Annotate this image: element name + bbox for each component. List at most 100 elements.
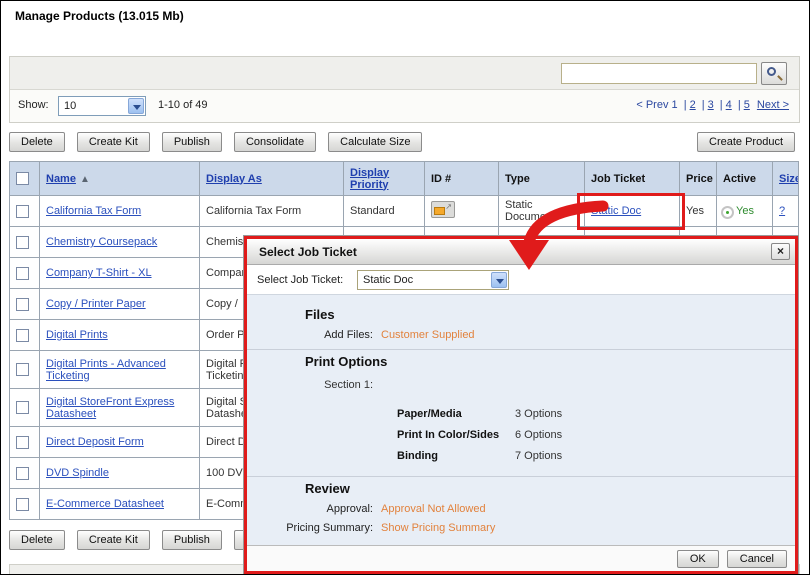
row-checkbox[interactable] (16, 363, 29, 376)
option-label: Print In Color/Sides (397, 429, 515, 441)
row-checkbox[interactable] (16, 267, 29, 280)
pricing-summary-row: Pricing Summary: Show Pricing Summary (247, 522, 795, 534)
sort-by-display-as-link[interactable]: Display As (206, 173, 262, 185)
pagination-page-2[interactable]: 2 (690, 99, 696, 111)
print-option-row: Binding 7 Options (397, 450, 795, 462)
print-options-section-heading: Print Options (305, 354, 795, 369)
pagination-page-4[interactable]: 4 (726, 99, 732, 111)
price-cell: Yes (680, 196, 717, 227)
col-header-type: Type (499, 162, 585, 196)
pagination-page-3[interactable]: 3 (708, 99, 714, 111)
dialog-body: Files Add Files: Customer Supplied Print… (247, 295, 795, 545)
show-select-value: 10 (64, 100, 76, 112)
col-header-display-as: Display As (200, 162, 344, 196)
section-divider (247, 476, 795, 477)
delete-button[interactable]: Delete (9, 132, 65, 152)
sort-by-display-priority-link[interactable]: Display Priority (350, 167, 389, 191)
chevron-down-icon (491, 272, 507, 288)
product-name-link[interactable]: Copy / Printer Paper (46, 298, 146, 310)
row-checkbox[interactable] (16, 401, 29, 414)
product-name-link[interactable]: DVD Spindle (46, 467, 109, 479)
pagination: < Prev 1 |2 |3 |4 |5 Next > (636, 99, 789, 111)
col-header-active: Active (717, 162, 773, 196)
job-ticket-select[interactable]: Static Doc (357, 270, 509, 290)
table-header-row: Name ▲ Display As Display Priority ID # T… (10, 162, 799, 196)
consolidate-button[interactable]: Consolidate (234, 132, 316, 152)
create-kit-button[interactable]: Create Kit (77, 530, 150, 550)
product-id-popup-icon[interactable]: ↗ (431, 201, 455, 218)
section-1-row: Section 1: (247, 379, 795, 391)
product-name-link[interactable]: Company T-Shirt - XL (46, 267, 152, 279)
ok-button[interactable]: OK (677, 550, 719, 568)
row-checkbox[interactable] (16, 329, 29, 342)
dialog-title-bar: Select Job Ticket × (247, 239, 795, 265)
calculate-size-button[interactable]: Calculate Size (328, 132, 422, 152)
dialog-footer: OK Cancel (247, 545, 795, 571)
col-header-id: ID # (425, 162, 499, 196)
row-checkbox[interactable] (16, 298, 29, 311)
select-job-ticket-dialog: Select Job Ticket × Select Job Ticket: S… (244, 236, 798, 574)
show-label: Show: (18, 99, 49, 111)
document-icon (434, 207, 445, 215)
product-name-link[interactable]: California Tax Form (46, 205, 141, 217)
delete-button[interactable]: Delete (9, 530, 65, 550)
active-status-icon (723, 208, 732, 217)
product-name-link[interactable]: Direct Deposit Form (46, 436, 144, 448)
job-ticket-select-label: Select Job Ticket: (257, 274, 343, 286)
row-checkbox[interactable] (16, 236, 29, 249)
search-bar (10, 57, 799, 90)
select-all-checkbox[interactable] (16, 172, 29, 185)
print-option-row: Print In Color/Sides 6 Options (397, 429, 795, 441)
add-files-row: Add Files: Customer Supplied (247, 329, 795, 341)
files-section-heading: Files (305, 307, 795, 322)
search-input[interactable] (561, 63, 757, 84)
product-name-link[interactable]: Digital Prints - Advanced Ticketing (46, 358, 166, 382)
size-link[interactable]: ? (779, 205, 785, 217)
section-divider (247, 349, 795, 350)
approval-value: Approval Not Allowed (381, 503, 486, 515)
pricing-summary-label: Pricing Summary: (247, 522, 373, 534)
sort-by-name-link[interactable]: Name (46, 173, 76, 185)
row-checkbox[interactable] (16, 498, 29, 511)
pagination-page-5[interactable]: 5 (744, 99, 750, 111)
dialog-title: Select Job Ticket (259, 245, 357, 259)
product-name-link[interactable]: Digital StoreFront Express Datasheet (46, 396, 174, 420)
sort-ascending-icon: ▲ (80, 174, 90, 185)
row-checkbox[interactable] (16, 467, 29, 480)
show-pricing-summary-link[interactable]: Show Pricing Summary (381, 522, 495, 534)
publish-button[interactable]: Publish (162, 530, 222, 550)
create-kit-button[interactable]: Create Kit (77, 132, 150, 152)
list-controls-box: Show: 10 1-10 of 49 < Prev 1 |2 |3 |4 |5… (9, 56, 800, 123)
row-checkbox[interactable] (16, 436, 29, 449)
product-name-link[interactable]: E-Commerce Datasheet (46, 498, 164, 510)
type-cell: Static Document (499, 196, 585, 227)
review-section-heading: Review (305, 481, 795, 496)
pagination-separator: | (738, 99, 741, 111)
create-product-button[interactable]: Create Product (697, 132, 795, 152)
row-checkbox[interactable] (16, 205, 29, 218)
product-name-link[interactable]: Digital Prints (46, 329, 108, 341)
show-row: Show: 10 1-10 of 49 < Prev 1 |2 |3 |4 |5… (10, 90, 799, 122)
product-name-link[interactable]: Chemistry Coursepack (46, 236, 157, 248)
active-cell: Yes (736, 205, 754, 217)
pagination-separator: | (720, 99, 723, 111)
sort-by-size-link[interactable]: Size (779, 173, 799, 185)
print-option-row: Paper/Media 3 Options (397, 408, 795, 420)
display-as-cell: California Tax Form (200, 196, 344, 227)
pagination-prev: < Prev 1 (636, 99, 677, 111)
option-label: Binding (397, 450, 515, 462)
show-select[interactable]: 10 (58, 96, 146, 116)
search-button[interactable] (761, 62, 787, 85)
option-label: Paper/Media (397, 408, 515, 420)
approval-row: Approval: Approval Not Allowed (247, 503, 795, 515)
publish-button[interactable]: Publish (162, 132, 222, 152)
close-icon[interactable]: × (771, 243, 790, 260)
option-value: 6 Options (515, 429, 562, 441)
pagination-next[interactable]: Next > (757, 99, 789, 111)
add-files-label: Add Files: (247, 329, 373, 341)
pagination-separator: | (684, 99, 687, 111)
option-value: 7 Options (515, 450, 562, 462)
col-header-price: Price (680, 162, 717, 196)
add-files-value: Customer Supplied (381, 329, 475, 341)
cancel-button[interactable]: Cancel (727, 550, 787, 568)
